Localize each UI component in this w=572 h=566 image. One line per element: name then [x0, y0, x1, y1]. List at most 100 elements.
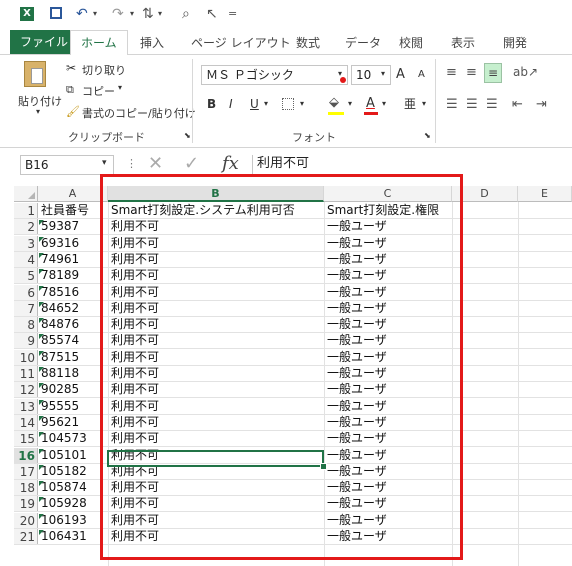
row-header[interactable]: 21 [14, 529, 38, 545]
phonetic-icon[interactable]: 亜 [404, 95, 416, 112]
increase-indent-icon[interactable]: ⇥ [536, 97, 547, 112]
column-header-a[interactable]: A [38, 186, 108, 202]
tab-home[interactable]: ホーム [70, 30, 128, 56]
customize-qat-icon[interactable]: = [228, 6, 237, 22]
save-icon[interactable] [50, 7, 62, 19]
cell-a[interactable]: 106193 [38, 513, 108, 529]
row-header[interactable]: 2 [14, 219, 38, 235]
cell-a[interactable]: 85574 [38, 333, 108, 349]
row-header[interactable]: 16 [14, 448, 38, 464]
paste-icon[interactable] [24, 61, 46, 87]
row-header[interactable]: 4 [14, 252, 38, 268]
tab-data[interactable]: データ [345, 34, 381, 51]
cut-button[interactable]: 切り取り [82, 62, 126, 78]
cell-a[interactable]: 59387 [38, 219, 108, 235]
row-header[interactable]: 11 [14, 366, 38, 382]
align-center-icon[interactable]: ☰ [466, 97, 478, 112]
align-bottom-icon[interactable]: ≡ [484, 63, 502, 83]
row-header[interactable]: 15 [14, 431, 38, 447]
row-header[interactable]: 5 [14, 268, 38, 284]
tab-page-layout[interactable]: ページ レイアウト [191, 34, 291, 51]
cell-a[interactable]: 87515 [38, 350, 108, 366]
font-color-button[interactable]: A [366, 96, 375, 111]
enter-icon[interactable]: ✓ [184, 153, 199, 174]
undo-icon[interactable]: ↶ [76, 6, 88, 22]
row-header[interactable]: 13 [14, 399, 38, 415]
decrease-indent-icon[interactable]: ⇤ [512, 97, 523, 112]
orientation-icon[interactable]: ab↗ [513, 65, 538, 79]
print-preview-icon[interactable]: ⌕ [182, 6, 190, 22]
bold-button[interactable]: B [207, 97, 216, 111]
cell-a[interactable]: 90285 [38, 382, 108, 398]
chevron-down-icon[interactable]: ▾ [118, 83, 122, 92]
row-header[interactable]: 8 [14, 317, 38, 333]
row-header[interactable]: 14 [14, 415, 38, 431]
cut-icon[interactable]: ✂ [66, 61, 76, 75]
row-header[interactable]: 18 [14, 480, 38, 496]
tab-review[interactable]: 校閲 [399, 34, 423, 51]
cell-a[interactable]: 74961 [38, 252, 108, 268]
copy-icon[interactable]: ⧉ [66, 83, 74, 97]
column-header-e[interactable]: E [518, 186, 572, 202]
cell-a[interactable]: 104573 [38, 431, 108, 447]
underline-button[interactable]: U [250, 97, 259, 111]
row-header[interactable]: 12 [14, 382, 38, 398]
align-right-icon[interactable]: ☰ [486, 97, 498, 112]
align-left-icon[interactable]: ☰ [446, 97, 458, 112]
grow-font-button[interactable]: A [396, 67, 405, 82]
chevron-down-icon[interactable]: ▾ [264, 99, 268, 108]
dialog-launcher-icon[interactable]: ⬊ [184, 131, 191, 140]
cell-a[interactable]: 105928 [38, 496, 108, 512]
chevron-down-icon[interactable]: ▾ [36, 107, 40, 116]
align-middle-icon[interactable]: ≡ [466, 65, 477, 80]
chevron-down-icon[interactable]: ▾ [130, 6, 134, 22]
chevron-down-icon[interactable]: ▾ [102, 158, 107, 168]
cell-a[interactable]: 95555 [38, 399, 108, 415]
tab-file[interactable]: ファイル [10, 30, 79, 54]
cell-a[interactable]: 95621 [38, 415, 108, 431]
chevron-down-icon[interactable]: ▾ [348, 99, 352, 108]
tab-view[interactable]: 表示 [451, 34, 475, 51]
cell-a[interactable]: 105182 [38, 464, 108, 480]
cell-a[interactable]: 78189 [38, 268, 108, 284]
chevron-down-icon[interactable]: ▾ [382, 99, 386, 108]
chevron-down-icon[interactable]: ▾ [381, 69, 385, 78]
insert-function-button[interactable]: fx [222, 153, 239, 174]
align-top-icon[interactable]: ≡ [446, 65, 457, 80]
select-all-corner[interactable] [14, 186, 38, 202]
shrink-font-button[interactable]: A [418, 69, 425, 80]
font-name-select[interactable]: ＭＳ Ｐゴシック [201, 65, 348, 85]
row-header[interactable]: 7 [14, 301, 38, 317]
cell-a[interactable]: 84876 [38, 317, 108, 333]
row-header[interactable]: 3 [14, 236, 38, 252]
formula-input[interactable]: 利用不可 [252, 155, 572, 175]
row-header[interactable]: 19 [14, 496, 38, 512]
row-header[interactable]: 1 [14, 203, 38, 219]
format-painter-icon[interactable]: 🖌 [66, 105, 80, 118]
redo-icon[interactable]: ↷ [112, 6, 124, 22]
name-box[interactable]: B16 [20, 155, 114, 175]
pointer-icon[interactable]: ↖ [206, 6, 218, 22]
cell-a[interactable]: 84652 [38, 301, 108, 317]
tab-formulas[interactable]: 数式 [296, 34, 320, 51]
cell-a[interactable]: 69316 [38, 236, 108, 252]
row-header[interactable]: 6 [14, 285, 38, 301]
cell-a[interactable]: 88118 [38, 366, 108, 382]
border-icon[interactable] [282, 98, 294, 110]
cell-a[interactable]: 78516 [38, 285, 108, 301]
row-header[interactable]: 17 [14, 464, 38, 480]
chevron-down-icon[interactable]: ▾ [300, 99, 304, 108]
cell-a[interactable]: 106431 [38, 529, 108, 545]
cell-a[interactable]: 社員番号 [38, 203, 108, 219]
tab-insert[interactable]: 挿入 [140, 34, 164, 51]
cell-a[interactable]: 105101 [38, 448, 108, 464]
cell-a[interactable]: 105874 [38, 480, 108, 496]
format-painter-button[interactable]: 書式のコピー/貼り付け [82, 105, 196, 121]
sort-icon[interactable]: ⇅ [142, 6, 154, 22]
row-header[interactable]: 10 [14, 350, 38, 366]
tab-developer[interactable]: 開発 [503, 34, 527, 51]
fill-color-icon[interactable]: ⬙ [329, 95, 339, 110]
copy-button[interactable]: コピー [82, 83, 115, 99]
chevron-down-icon[interactable]: ▾ [93, 6, 97, 22]
italic-button[interactable]: I [229, 97, 233, 111]
